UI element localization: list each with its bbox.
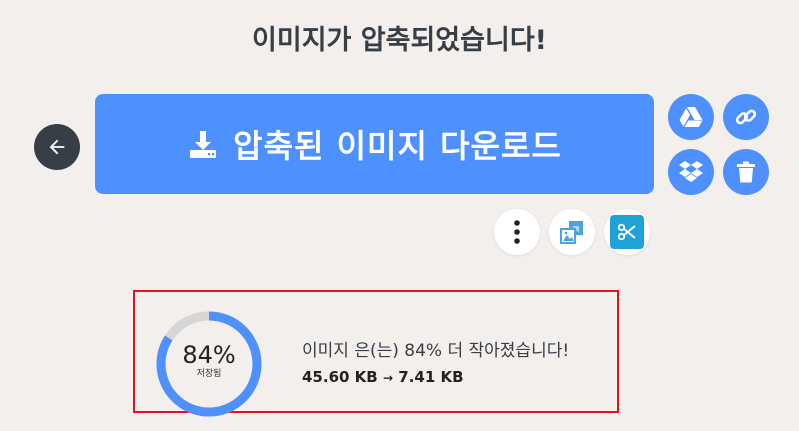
compression-result-page: 이미지가 압축되었습니다! 압축된 이미지 다운로드 84% 저장됨 이미지 은… (0, 0, 799, 431)
savings-percent: 84% (182, 341, 236, 369)
dropbox-icon (679, 161, 703, 182)
copy-link-button[interactable] (723, 94, 769, 140)
save-to-google-drive-button[interactable] (668, 94, 714, 140)
crop-button-tile (610, 215, 644, 249)
crop-button[interactable] (604, 209, 650, 255)
delete-button[interactable] (723, 149, 769, 195)
size-comparison: 45.60 KB → 7.41 KB (302, 368, 464, 386)
google-drive-icon (679, 107, 703, 127)
size-arrow: → (382, 371, 394, 385)
more-options-button[interactable] (494, 209, 540, 255)
page-title: 이미지가 압축되었습니다! (252, 25, 547, 56)
arrow-left-icon (49, 139, 65, 155)
download-label: 압축된 이미지 다운로드 (233, 127, 562, 165)
back-button[interactable] (34, 124, 80, 170)
resize-image-button[interactable] (549, 209, 595, 255)
link-icon (735, 109, 757, 125)
trash-icon (737, 161, 755, 183)
scissors-icon (617, 223, 636, 241)
original-size: 45.60 KB (302, 368, 378, 386)
save-to-dropbox-button[interactable] (668, 149, 714, 195)
resize-image-icon (560, 221, 583, 244)
result-message: 이미지 은(는) 84% 더 작아졌습니다! (302, 341, 570, 361)
download-compressed-button[interactable]: 압축된 이미지 다운로드 (95, 94, 654, 194)
saved-label: 저장됨 (196, 369, 222, 379)
compression-result-box: 84% 저장됨 이미지 은(는) 84% 더 작아졌습니다! 45.60 KB … (133, 290, 619, 417)
compressed-size: 7.41 KB (398, 368, 464, 386)
download-icon (187, 128, 219, 160)
ring-label: 84% 저장됨 (153, 308, 265, 420)
more-vertical-icon (514, 220, 520, 244)
